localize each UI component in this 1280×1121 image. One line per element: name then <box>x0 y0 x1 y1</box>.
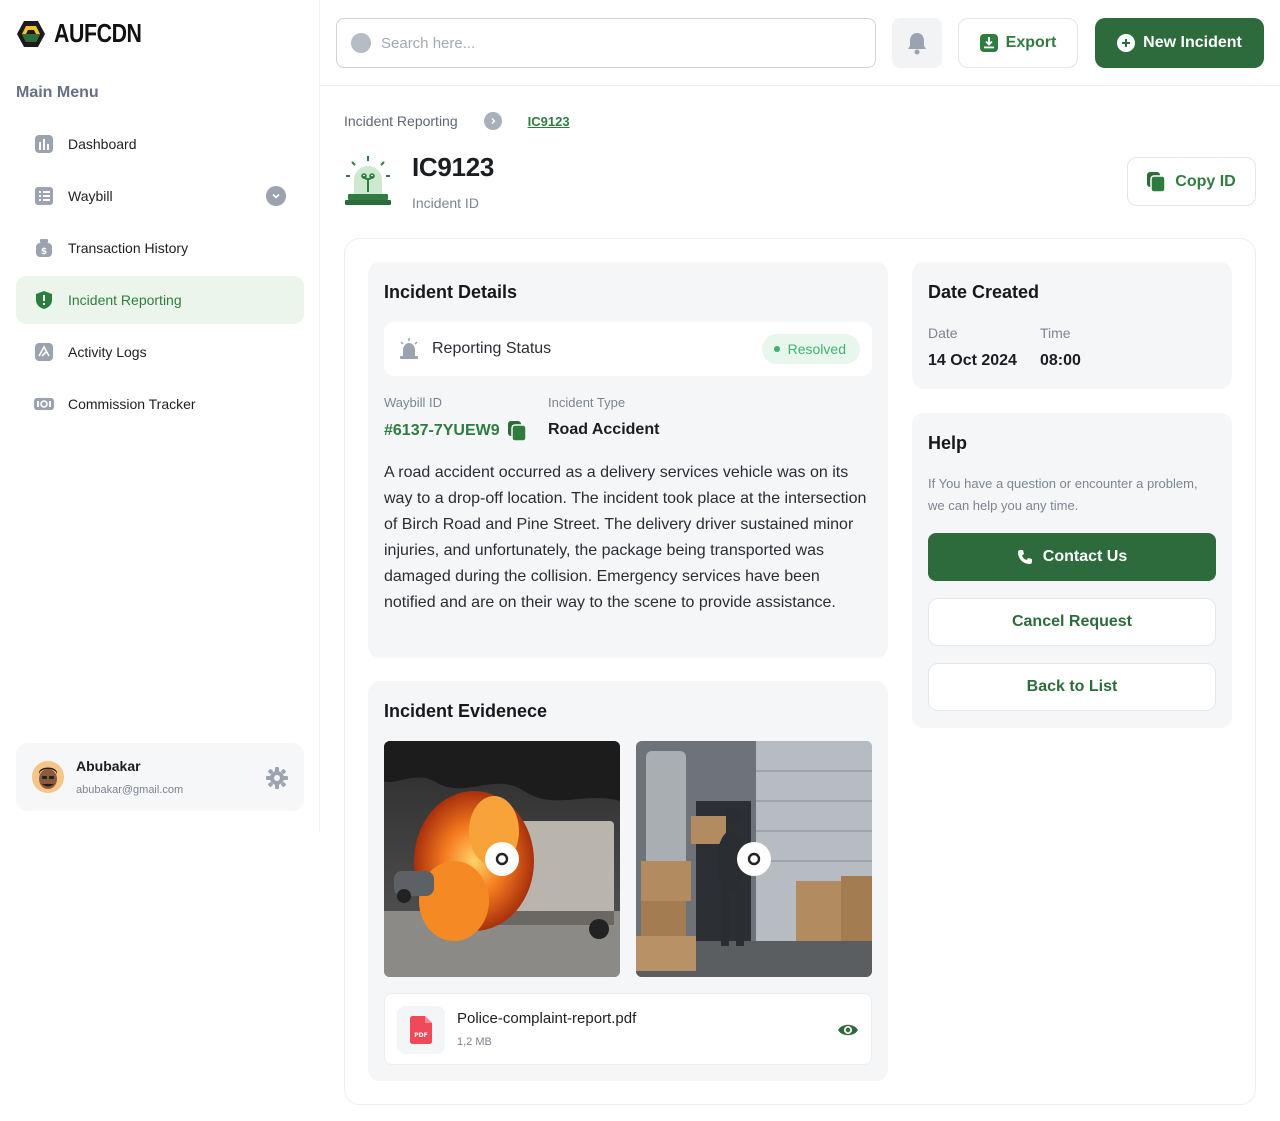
incident-card: Incident Details Reporting Status Resolv… <box>344 238 1256 1105</box>
shield-alert-icon <box>34 290 54 310</box>
bar-chart-icon <box>34 134 54 154</box>
incident-type-label: Incident Type <box>548 395 626 410</box>
siren-icon <box>344 156 392 206</box>
chevron-down-icon[interactable] <box>266 186 286 206</box>
time-value: 08:00 <box>1040 352 1081 369</box>
menu-title: Main Menu <box>16 84 99 101</box>
page-title: IC9123 <box>412 152 495 182</box>
date-created-panel: Date Created Date 14 Oct 2024 Time 08:00 <box>912 262 1232 389</box>
incident-type-value: Road Accident <box>548 421 660 438</box>
sidebar-item-label: Dashboard <box>68 136 137 152</box>
page-subtitle: Incident ID <box>412 195 479 211</box>
profile-email: abubakar@gmail.com <box>76 784 184 796</box>
cancel-request-button[interactable]: Cancel Request <box>928 598 1216 646</box>
sidebar-item-label: Transaction History <box>68 240 189 256</box>
eye-icon <box>747 852 761 866</box>
sidebar-item-transaction-history[interactable]: $ Transaction History <box>16 224 304 272</box>
status-dot <box>773 346 780 352</box>
waybill-id-value[interactable]: #6137-7YUEW9 <box>384 422 500 440</box>
logo-icon <box>17 20 45 47</box>
search-bar[interactable] <box>336 18 876 68</box>
pdf-file-icon: PDF <box>397 1006 445 1054</box>
siren-small-icon <box>400 338 418 359</box>
view-photo-button[interactable] <box>485 842 519 876</box>
copy-icon <box>1147 171 1166 192</box>
download-icon <box>979 34 998 52</box>
brand-name: AUFCDN <box>54 18 142 48</box>
phone-icon <box>1017 550 1032 564</box>
new-incident-label: New Incident <box>1143 34 1242 51</box>
search-icon <box>351 33 371 53</box>
pdf-label: PDF <box>414 1032 427 1039</box>
copy-icon[interactable] <box>507 421 526 441</box>
evidence-file-row[interactable]: PDF Police-complaint-report.pdf 1,2 MB <box>384 993 872 1065</box>
sidebar-item-incident-reporting[interactable]: Incident Reporting <box>16 276 304 324</box>
user-profile-card[interactable]: Abubakar abubakar@gmail.com <box>16 743 304 811</box>
help-panel: Help If You have a question or encounter… <box>912 413 1232 728</box>
sidebar-item-label: Activity Logs <box>68 344 147 360</box>
time-label: Time <box>1040 325 1071 341</box>
avatar <box>32 761 64 793</box>
brand-logo[interactable]: AUFCDN <box>16 18 161 49</box>
eye-icon <box>495 852 509 866</box>
date-created-title: Date Created <box>928 282 1040 302</box>
incident-evidence-panel: Incident Evidenece PDF Police-complaint-… <box>368 681 888 1081</box>
sidebar-item-activity-logs[interactable]: Activity Logs <box>16 328 304 376</box>
view-photo-button[interactable] <box>737 842 771 876</box>
reporting-status-label: Reporting Status <box>432 340 552 357</box>
incident-description: A road accident occurred as a delivery s… <box>384 464 867 611</box>
main-nav: Dashboard Waybill $ Transaction History … <box>16 120 304 432</box>
copy-id-button[interactable]: Copy ID <box>1127 157 1256 206</box>
waybill-id-label: Waybill ID <box>384 395 443 410</box>
status-badge: Resolved <box>761 334 860 364</box>
breadcrumb-parent[interactable]: Incident Reporting <box>344 113 458 129</box>
contact-us-button[interactable]: Contact Us <box>928 533 1216 581</box>
incident-evidence-title: Incident Evidenece <box>384 701 548 721</box>
back-to-list-label: Back to List <box>1026 678 1118 695</box>
status-badge-text: Resolved <box>787 341 846 357</box>
cash-icon <box>34 394 54 414</box>
incident-details-panel: Incident Details Reporting Status Resolv… <box>368 262 888 658</box>
bell-icon <box>908 33 926 55</box>
cancel-request-label: Cancel Request <box>1011 613 1133 630</box>
export-label: Export <box>1005 34 1057 51</box>
breadcrumb: Incident Reporting IC9123 <box>344 112 570 130</box>
file-name: Police-complaint-report.pdf <box>457 1010 637 1027</box>
help-text: If You have a question or encounter a pr… <box>928 476 1198 513</box>
sidebar-item-waybill[interactable]: Waybill <box>16 172 304 220</box>
profile-name: Abubakar <box>76 758 141 774</box>
search-input[interactable] <box>381 34 841 52</box>
copy-id-label: Copy ID <box>1175 172 1236 190</box>
gear-icon[interactable] <box>266 767 288 789</box>
export-button[interactable]: Export <box>958 18 1078 68</box>
sidebar-item-label: Waybill <box>68 188 113 204</box>
sidebar-item-label: Commission Tracker <box>68 396 196 412</box>
back-to-list-button[interactable]: Back to List <box>928 663 1216 711</box>
sidebar-item-label: Incident Reporting <box>68 292 182 308</box>
chevron-right-icon <box>483 112 502 130</box>
waybill-id-field: #6137-7YUEW9 <box>384 421 526 441</box>
evidence-photo-delivery[interactable] <box>636 741 872 977</box>
date-label: Date <box>928 325 958 341</box>
svg-text:$: $ <box>41 247 47 257</box>
eye-icon[interactable] <box>837 1020 859 1040</box>
breadcrumb-current[interactable]: IC9123 <box>528 114 570 129</box>
evidence-photo-fire[interactable] <box>384 741 620 977</box>
contact-us-label: Contact Us <box>1042 548 1128 565</box>
sidebar-item-dashboard[interactable]: Dashboard <box>16 120 304 168</box>
reporting-status-row: Reporting Status Resolved <box>384 322 872 376</box>
date-value: 14 Oct 2024 <box>928 352 1017 369</box>
sidebar: AUFCDN Main Menu Dashboard Waybill $ Tra… <box>0 0 320 832</box>
file-size: 1,2 MB <box>457 1036 492 1048</box>
list-icon <box>34 186 54 206</box>
plus-circle-icon <box>1117 34 1136 52</box>
new-incident-button[interactable]: New Incident <box>1095 18 1264 68</box>
top-bar: Export New Incident <box>320 0 1280 86</box>
sidebar-item-commission-tracker[interactable]: Commission Tracker <box>16 380 304 428</box>
activity-icon <box>34 342 54 362</box>
money-bag-icon: $ <box>34 238 54 258</box>
incident-details-title: Incident Details <box>384 282 518 302</box>
notifications-button[interactable] <box>892 18 942 68</box>
help-title: Help <box>928 433 968 453</box>
